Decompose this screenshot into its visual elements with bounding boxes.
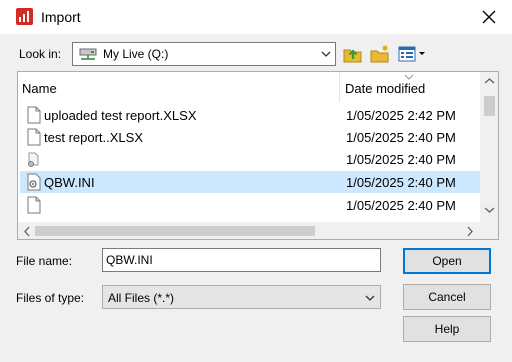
app-logo-icon [16, 8, 33, 25]
file-list[interactable]: Name Date modified uploaded test report.… [17, 71, 499, 240]
file-row[interactable]: uploaded test report.XLSX 1/05/2025 2:42… [20, 104, 480, 126]
config-file-icon [28, 152, 39, 167]
vertical-scrollbar[interactable] [480, 72, 498, 222]
new-folder-icon [370, 45, 389, 63]
file-date: 1/05/2025 2:42 PM [346, 108, 456, 123]
help-button[interactable]: Help [403, 316, 491, 342]
file-row[interactable]: 1/05/2025 2:40 PM [20, 148, 480, 170]
files-of-type-label: Files of type: [16, 291, 85, 305]
chevron-down-icon [365, 295, 375, 301]
close-icon [482, 10, 496, 24]
file-name: test report..XLSX [44, 130, 143, 145]
close-button[interactable] [476, 4, 502, 30]
column-header-date-modified[interactable]: Date modified [345, 81, 425, 96]
vertical-scroll-thumb[interactable] [484, 96, 495, 116]
title-bar: Import [0, 0, 512, 34]
file-row-selected[interactable]: QBW.INI 1/05/2025 2:40 PM [20, 171, 480, 193]
view-menu-button[interactable] [396, 42, 428, 66]
folder-up-icon [343, 49, 362, 63]
look-in-label: Look in: [19, 47, 62, 61]
dialog-title: Import [41, 9, 81, 25]
scroll-up-icon[interactable] [484, 77, 495, 85]
new-folder-button[interactable] [368, 42, 392, 66]
chevron-down-icon [321, 51, 331, 57]
files-of-type-dropdown[interactable]: All Files (*.*) [102, 285, 381, 309]
file-date: 1/05/2025 2:40 PM [346, 152, 456, 167]
file-row[interactable]: 1/05/2025 2:40 PM [20, 194, 480, 216]
open-button[interactable]: Open [403, 248, 491, 274]
file-date: 1/05/2025 2:40 PM [346, 175, 456, 190]
column-header-name[interactable]: Name [22, 81, 57, 96]
scroll-left-icon[interactable] [23, 226, 31, 237]
cancel-button[interactable]: Cancel [403, 284, 491, 310]
horizontal-scroll-thumb[interactable] [35, 226, 315, 236]
file-name-label: File name: [16, 254, 73, 268]
file-date: 1/05/2025 2:40 PM [346, 198, 456, 213]
file-name: uploaded test report.XLSX [44, 108, 197, 123]
up-one-level-button[interactable] [341, 42, 365, 66]
scrollbar-corner [480, 222, 498, 239]
look-in-value: My Live (Q:) [103, 47, 169, 61]
network-drive-icon [79, 48, 97, 60]
files-of-type-value: All Files (*.*) [108, 291, 175, 305]
document-icon [27, 106, 41, 124]
settings-file-icon [27, 173, 41, 191]
file-name-input[interactable] [102, 248, 381, 272]
sort-indicator-icon [404, 74, 414, 80]
file-name: QBW.INI [44, 175, 95, 190]
scroll-down-icon[interactable] [484, 206, 495, 214]
file-date: 1/05/2025 2:40 PM [346, 130, 456, 145]
scroll-right-icon[interactable] [466, 226, 474, 237]
document-icon [27, 196, 41, 214]
view-list-icon [398, 46, 425, 62]
document-icon [27, 128, 41, 146]
look-in-dropdown[interactable]: My Live (Q:) [72, 42, 336, 66]
horizontal-scrollbar[interactable] [18, 222, 498, 239]
file-row[interactable]: test report..XLSX 1/05/2025 2:40 PM [20, 126, 480, 148]
column-divider[interactable] [339, 72, 340, 102]
